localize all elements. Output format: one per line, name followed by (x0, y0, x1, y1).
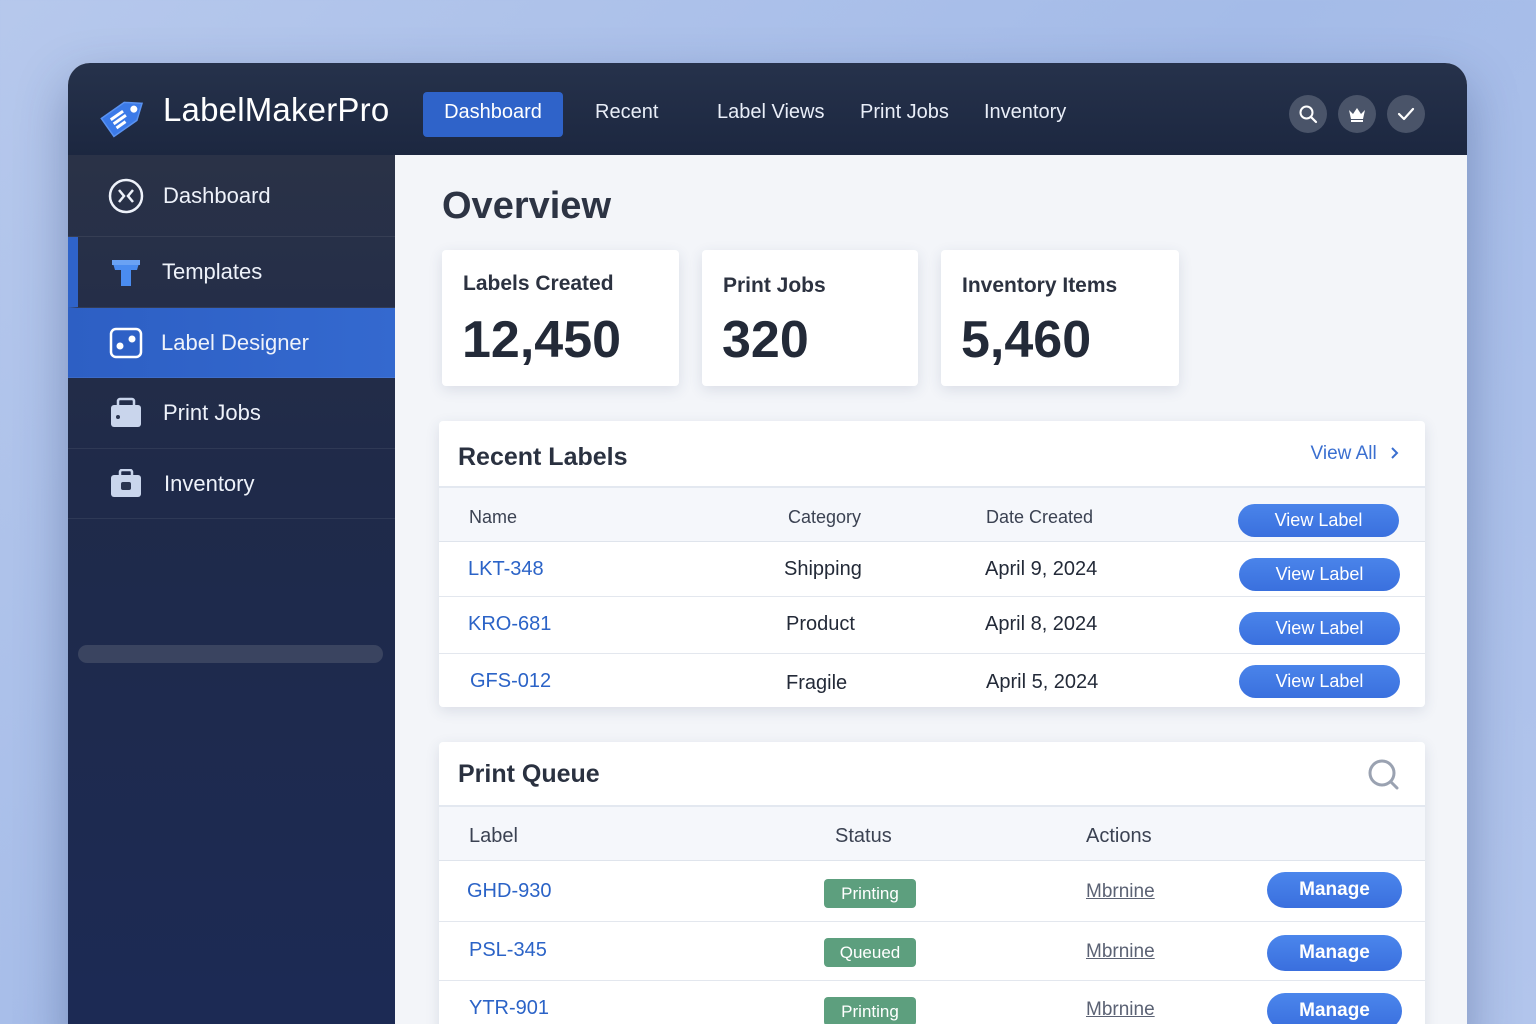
stat-label: Labels Created (463, 272, 614, 295)
manage-button[interactable]: Manage (1267, 935, 1402, 971)
table-row: GFS-012 Fragile April 5, 2024 View Label (439, 654, 1425, 707)
page-title: Overview (442, 185, 611, 227)
sidebar-scrollbar[interactable] (78, 645, 383, 663)
app-name: LabelMakerPro (163, 91, 390, 128)
label-date: April 8, 2024 (985, 613, 1098, 635)
queue-label-link[interactable]: GHD-930 (467, 880, 551, 903)
status-badge: Queued (824, 938, 916, 967)
stat-card-inventory-items: Inventory Items 5,460 (941, 250, 1179, 386)
manage-button[interactable]: Manage (1267, 993, 1402, 1024)
label-date: April 9, 2024 (985, 558, 1098, 580)
column-header: Category (788, 507, 862, 527)
nav-print-jobs[interactable]: Print Jobs (839, 92, 970, 137)
nav-inventory[interactable]: Inventory (963, 92, 1087, 137)
stat-label: Inventory Items (962, 274, 1118, 297)
manage-button[interactable]: Manage (1267, 872, 1402, 908)
column-header: Actions (1086, 825, 1152, 847)
view-all-label: View All (1310, 443, 1377, 464)
action-link[interactable]: Mbrnine (1086, 941, 1155, 963)
status-badge: Printing (824, 879, 916, 908)
stat-label: Print Jobs (723, 274, 826, 297)
table-header: Label Status Actions (439, 805, 1425, 861)
view-label-button[interactable]: View Label (1238, 504, 1399, 537)
view-label-button[interactable]: View Label (1239, 665, 1400, 698)
column-header: Status (835, 825, 892, 847)
designer-icon (108, 325, 144, 361)
recent-labels-panel: Recent Labels View All Name Category Dat… (439, 421, 1425, 707)
print-jobs-icon (108, 395, 144, 431)
search-icon[interactable] (1289, 95, 1327, 133)
sidebar-item-print-jobs[interactable]: Print Jobs (68, 378, 395, 449)
action-link[interactable]: Mbrnine (1086, 999, 1155, 1021)
view-label-button[interactable]: View Label (1239, 612, 1400, 645)
label-date: April 5, 2024 (986, 671, 1099, 693)
stat-value: 320 (722, 311, 809, 369)
print-queue-panel: Print Queue Label Status Actions GHD-930… (439, 742, 1425, 1024)
templates-icon (108, 254, 144, 290)
view-label-button[interactable]: View Label (1239, 558, 1400, 591)
nav-label-views[interactable]: Label Views (696, 92, 845, 137)
sidebar-item-label: Templates (162, 259, 263, 284)
table-row: KRO-681 Product April 8, 2024 View Label (439, 597, 1425, 654)
label-tag-logo-icon (100, 101, 144, 138)
table-row: YTR-901 Printing Mbrnine Manage (439, 981, 1425, 1024)
label-category: Product (786, 613, 855, 635)
panel-title: Recent Labels (458, 443, 628, 471)
table-row: GHD-930 Printing Mbrnine Manage (439, 861, 1425, 922)
label-name-link[interactable]: LKT-348 (468, 558, 544, 581)
sidebar: Dashboard Templates Label Designer Print… (68, 155, 395, 1024)
crown-icon[interactable] (1338, 95, 1376, 133)
stat-value: 12,450 (462, 311, 622, 369)
label-category: Fragile (786, 672, 848, 694)
top-bar: LabelMakerPro Dashboard Recent Label Vie… (68, 63, 1467, 155)
stat-card-print-jobs: Print Jobs 320 (702, 250, 918, 386)
sidebar-item-label: Inventory (164, 470, 255, 496)
sidebar-item-inventory[interactable]: Inventory (68, 449, 395, 519)
sidebar-item-label-designer[interactable]: Label Designer (68, 308, 395, 378)
action-link[interactable]: Mbrnine (1086, 881, 1155, 903)
main-content: Overview Labels Created 12,450 Print Job… (395, 155, 1467, 1024)
table-row: LKT-348 Shipping April 9, 2024 View Labe… (439, 542, 1425, 597)
queue-label-link[interactable]: PSL-345 (469, 939, 547, 962)
table-header: Name Category Date Created View Label (439, 486, 1425, 542)
sidebar-item-dashboard[interactable]: Dashboard (68, 155, 395, 237)
column-header: Label (469, 825, 518, 847)
label-category: Shipping (784, 558, 862, 580)
label-name-link[interactable]: KRO-681 (468, 613, 551, 636)
chevron-right-icon (1390, 443, 1399, 464)
search-icon[interactable] (1367, 758, 1401, 797)
sidebar-item-label: Print Jobs (163, 400, 261, 425)
stat-card-labels-created: Labels Created 12,450 (442, 250, 679, 386)
label-name-link[interactable]: GFS-012 (470, 670, 551, 693)
inventory-icon (108, 466, 144, 502)
table-row: PSL-345 Queued Mbrnine Manage (439, 922, 1425, 981)
app-window: LabelMakerPro Dashboard Recent Label Vie… (68, 63, 1467, 1024)
queue-label-link[interactable]: YTR-901 (469, 997, 549, 1020)
sidebar-item-label: Label Designer (161, 329, 309, 355)
panel-title: Print Queue (458, 760, 600, 788)
sidebar-item-templates[interactable]: Templates (68, 237, 395, 308)
status-badge: Printing (824, 997, 916, 1024)
column-header: Date Created (986, 507, 1094, 527)
nav-dashboard[interactable]: Dashboard (423, 92, 563, 137)
dashboard-icon (108, 178, 144, 214)
nav-recent[interactable]: Recent (574, 92, 679, 137)
sidebar-item-label: Dashboard (163, 182, 271, 208)
view-all-link[interactable]: View All (1311, 443, 1399, 465)
column-header: Name (469, 507, 518, 527)
check-icon[interactable] (1387, 95, 1425, 133)
stat-value: 5,460 (961, 311, 1092, 369)
